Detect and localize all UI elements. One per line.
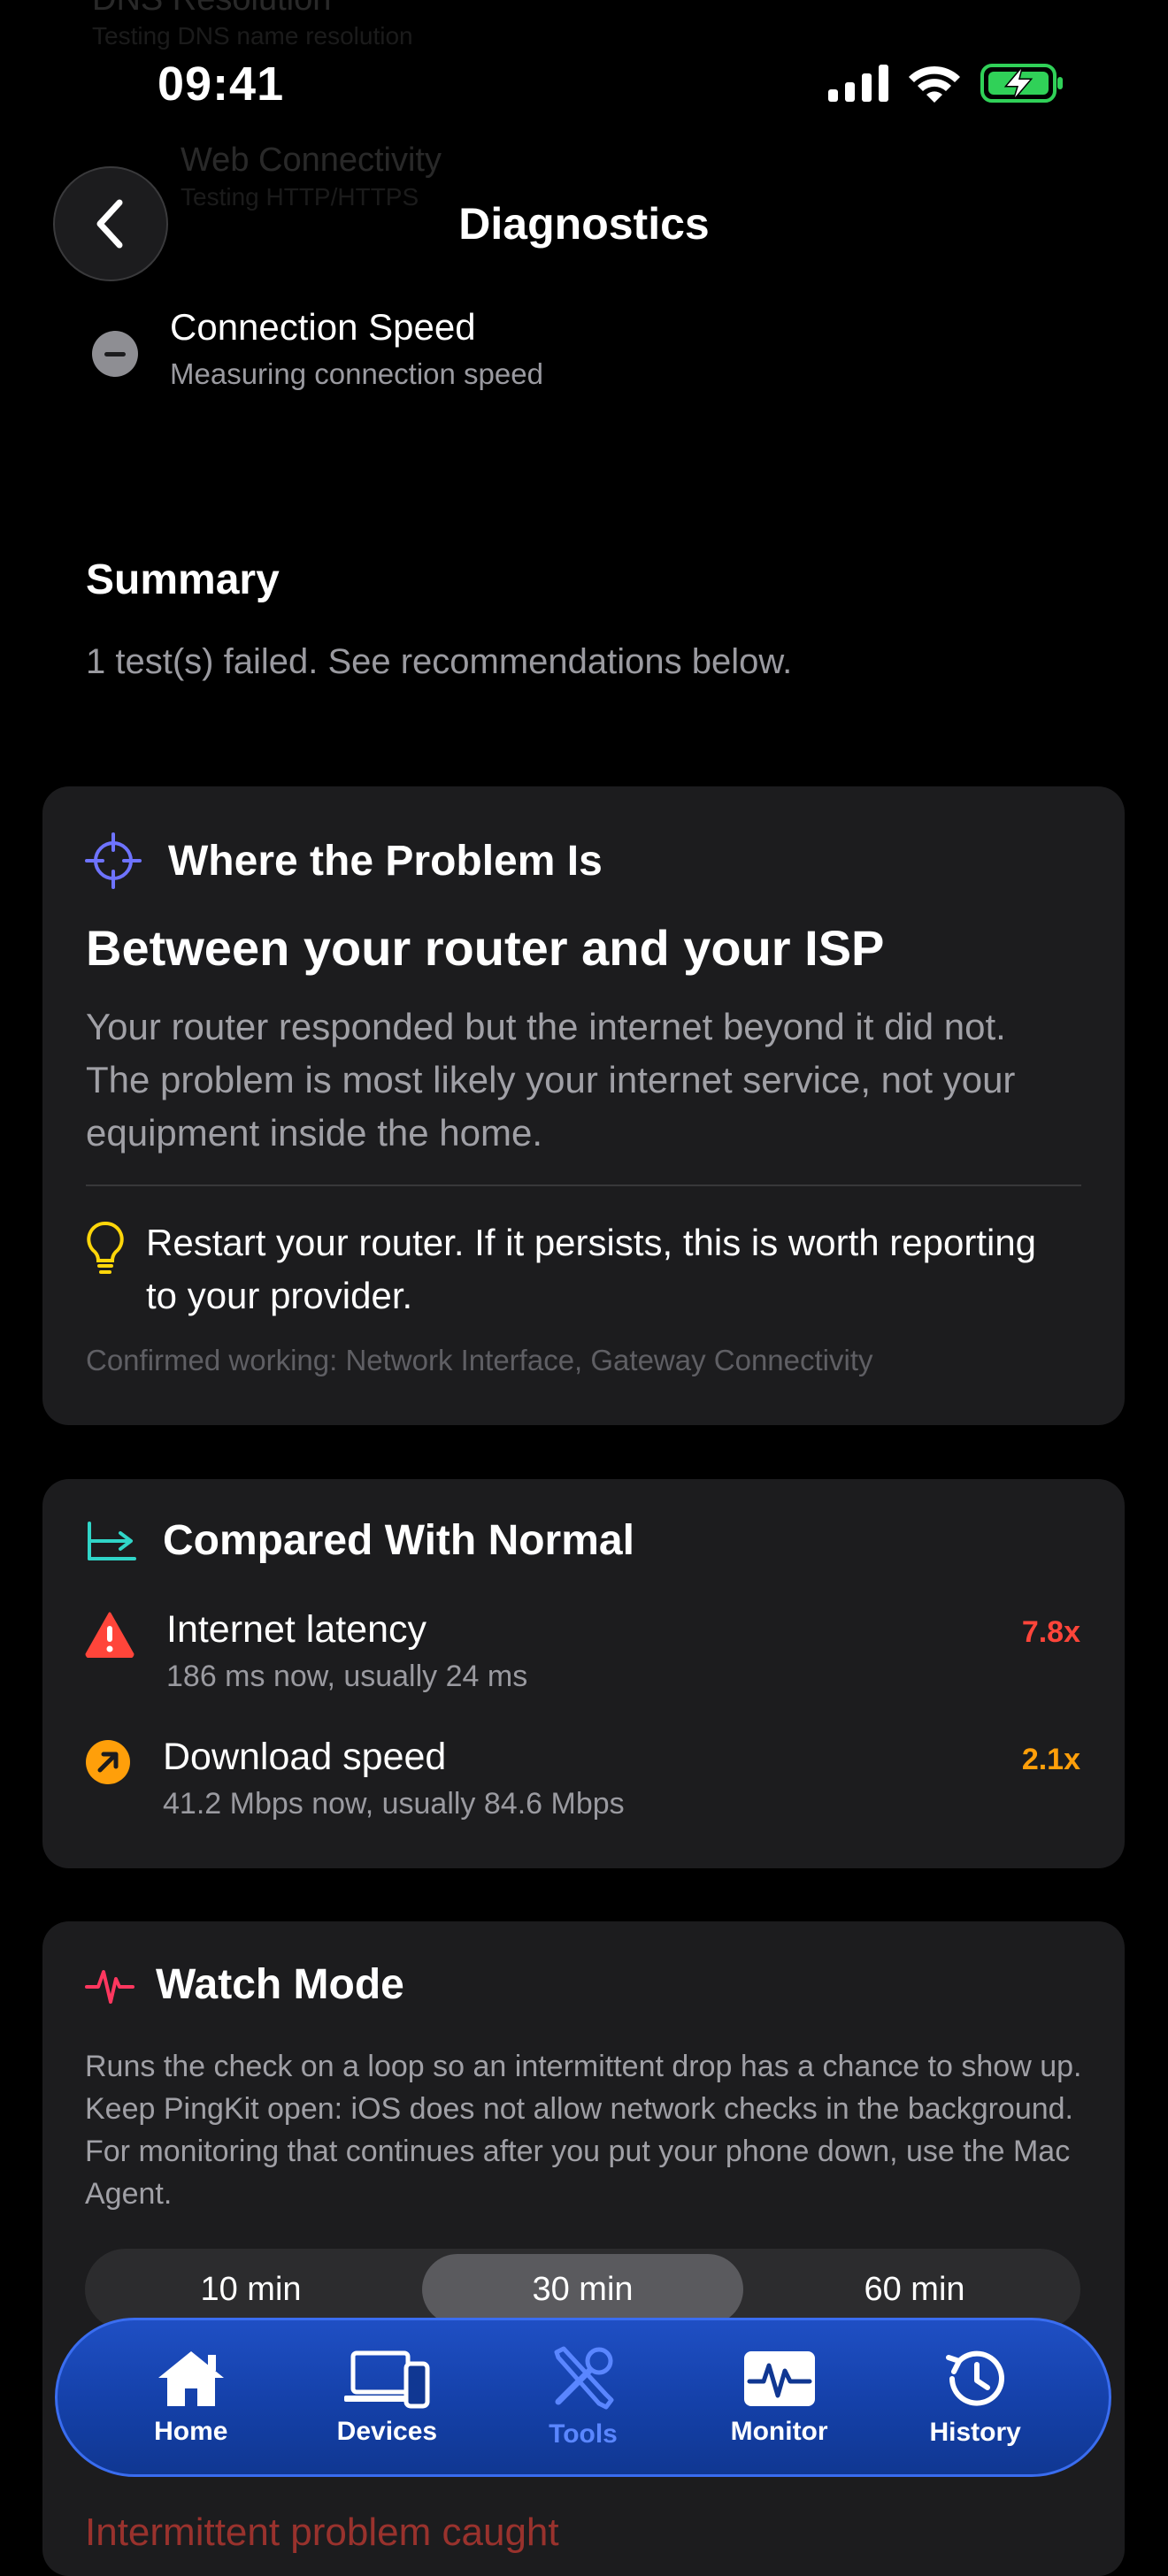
cellular-signal-icon xyxy=(828,65,888,102)
background-row-title: Web Connectivity xyxy=(181,142,442,179)
divider xyxy=(86,1184,1081,1186)
pending-test-subtitle: Measuring connection speed xyxy=(170,357,543,390)
compare-card-heading: Compared With Normal xyxy=(163,1517,634,1564)
page-title: Diagnostics xyxy=(458,199,710,249)
watch-card-body: Runs the check on a loop so an intermitt… xyxy=(85,2050,1082,2211)
summary-text: 1 test(s) failed. See recommendations be… xyxy=(86,642,793,681)
tab-label: Monitor xyxy=(730,2417,828,2446)
tab-label: Devices xyxy=(336,2417,438,2446)
status-time: 09:41 xyxy=(158,58,285,111)
background-row-subtitle: Testing DNS name resolution xyxy=(92,22,413,50)
arrow-right-to-line-icon xyxy=(88,1521,136,1560)
background-row: DNS Resolution Testing DNS name resoluti… xyxy=(92,0,413,50)
warning-icon xyxy=(85,1612,134,1658)
compared-with-normal-card: Compared With Normal Internet latency 18… xyxy=(42,1479,1125,1868)
tab-monitor[interactable]: Monitor xyxy=(691,2348,868,2447)
problem-card-heading: Where the Problem Is xyxy=(168,837,603,885)
compare-card-header: Compared With Normal xyxy=(85,1516,634,1565)
metric-ratio: 2.1x xyxy=(1021,1743,1080,1776)
status-icons xyxy=(828,64,1064,103)
metric-name: Internet latency xyxy=(166,1608,427,1651)
tab-bar: Home Devices Tools Monitor History xyxy=(55,2318,1111,2477)
summary-heading: Summary xyxy=(86,556,280,603)
battery-charging-icon xyxy=(980,64,1063,103)
background-row-title: DNS Resolution xyxy=(92,0,413,19)
arrow-up-right-icon xyxy=(86,1740,130,1784)
recommendation-text: Restart your router. If it persists, thi… xyxy=(146,1222,1037,1316)
duration-option-60[interactable]: 60 min xyxy=(754,2254,1075,2325)
tab-home[interactable]: Home xyxy=(103,2348,280,2447)
problem-card-body: Your router responded but the internet b… xyxy=(86,1006,1016,1154)
clock-history-icon xyxy=(946,2350,1005,2406)
duration-option-30[interactable]: 30 min xyxy=(422,2254,743,2325)
wifi-icon xyxy=(909,65,960,103)
obscured-result-title: Intermittent problem caught xyxy=(85,2511,559,2554)
metric-row-download: Download speed 41.2 Mbps now, usually 84… xyxy=(85,1736,1080,1833)
devices-icon xyxy=(344,2350,430,2409)
problem-card-header: Where the Problem Is xyxy=(85,832,603,889)
metric-ratio: 7.8x xyxy=(1021,1615,1080,1649)
waveform-pulse-icon xyxy=(85,1969,134,2004)
tab-devices[interactable]: Devices xyxy=(298,2348,475,2447)
problem-location-card: Where the Problem Is Between your router… xyxy=(42,786,1125,1425)
recommendation-tip: Restart your router. If it persists, thi… xyxy=(86,1216,1077,1322)
confirmed-working-text: Confirmed working: Network Interface, Ga… xyxy=(86,1344,873,1376)
tab-label: History xyxy=(929,2418,1021,2447)
metric-row-latency: Internet latency 186 ms now, usually 24 … xyxy=(85,1608,1080,1706)
waveform-icon xyxy=(743,2351,815,2406)
metric-detail: 186 ms now, usually 24 ms xyxy=(166,1660,528,1693)
metric-name: Download speed xyxy=(163,1736,447,1778)
tab-label: Home xyxy=(154,2417,228,2446)
duration-option-10[interactable]: 10 min xyxy=(90,2254,411,2325)
pending-test-row: Connection Speed Measuring connection sp… xyxy=(92,306,543,391)
minus-circle-icon xyxy=(92,331,138,377)
tab-label: Tools xyxy=(549,2419,618,2449)
watch-card-header: Watch Mode xyxy=(85,1960,404,2009)
watch-mode-card: Watch Mode Runs the check on a loop so a… xyxy=(42,1921,1125,2576)
pending-test-title: Connection Speed xyxy=(170,306,476,348)
tab-tools[interactable]: Tools xyxy=(495,2345,672,2450)
crosshair-icon xyxy=(85,832,142,889)
lightbulb-icon xyxy=(87,1221,124,1274)
tab-history[interactable]: History xyxy=(887,2347,1064,2448)
tools-icon xyxy=(554,2346,614,2410)
house-icon xyxy=(158,2351,224,2406)
watch-card-heading: Watch Mode xyxy=(156,1961,404,2008)
problem-card-title: Between your router and your ISP xyxy=(86,920,885,976)
metric-detail: 41.2 Mbps now, usually 84.6 Mbps xyxy=(163,1787,625,1821)
